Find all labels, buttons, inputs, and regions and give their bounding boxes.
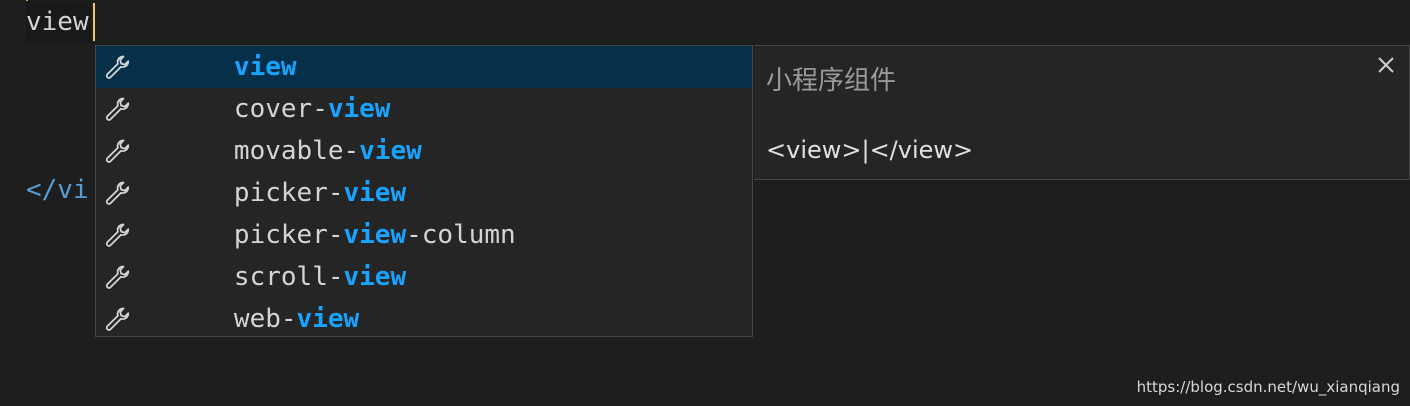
details-title: 小程序组件	[766, 66, 897, 96]
wrench-icon	[102, 178, 132, 208]
wrench-icon	[102, 52, 132, 82]
suggestion-item[interactable]: web-view	[96, 298, 752, 340]
suggestion-match: view	[296, 304, 360, 334]
wrench-icon	[102, 94, 132, 124]
wrench-icon	[102, 262, 132, 292]
suggestion-suffix: -column	[406, 220, 516, 250]
code-line-closing-tag[interactable]: </vi	[26, 169, 89, 211]
wrench-icon	[102, 136, 132, 166]
code-line-typed[interactable]: view	[26, 1, 91, 43]
wrench-icon	[102, 304, 132, 334]
close-icon[interactable]	[1375, 54, 1397, 76]
suggestion-prefix: web-	[233, 304, 297, 334]
suggestion-list[interactable]: view cover-view movable-view picker-view…	[95, 45, 753, 337]
watermark: https://blog.csdn.net/wu_xianqiang	[1136, 378, 1400, 396]
wrench-icon	[102, 220, 132, 250]
text-cursor	[93, 3, 95, 41]
suggestion-details-pane: 小程序组件 <view>|</view>	[754, 45, 1410, 180]
details-documentation: <view>|</view>	[766, 136, 974, 164]
suggestion-label: web-view	[140, 274, 359, 364]
